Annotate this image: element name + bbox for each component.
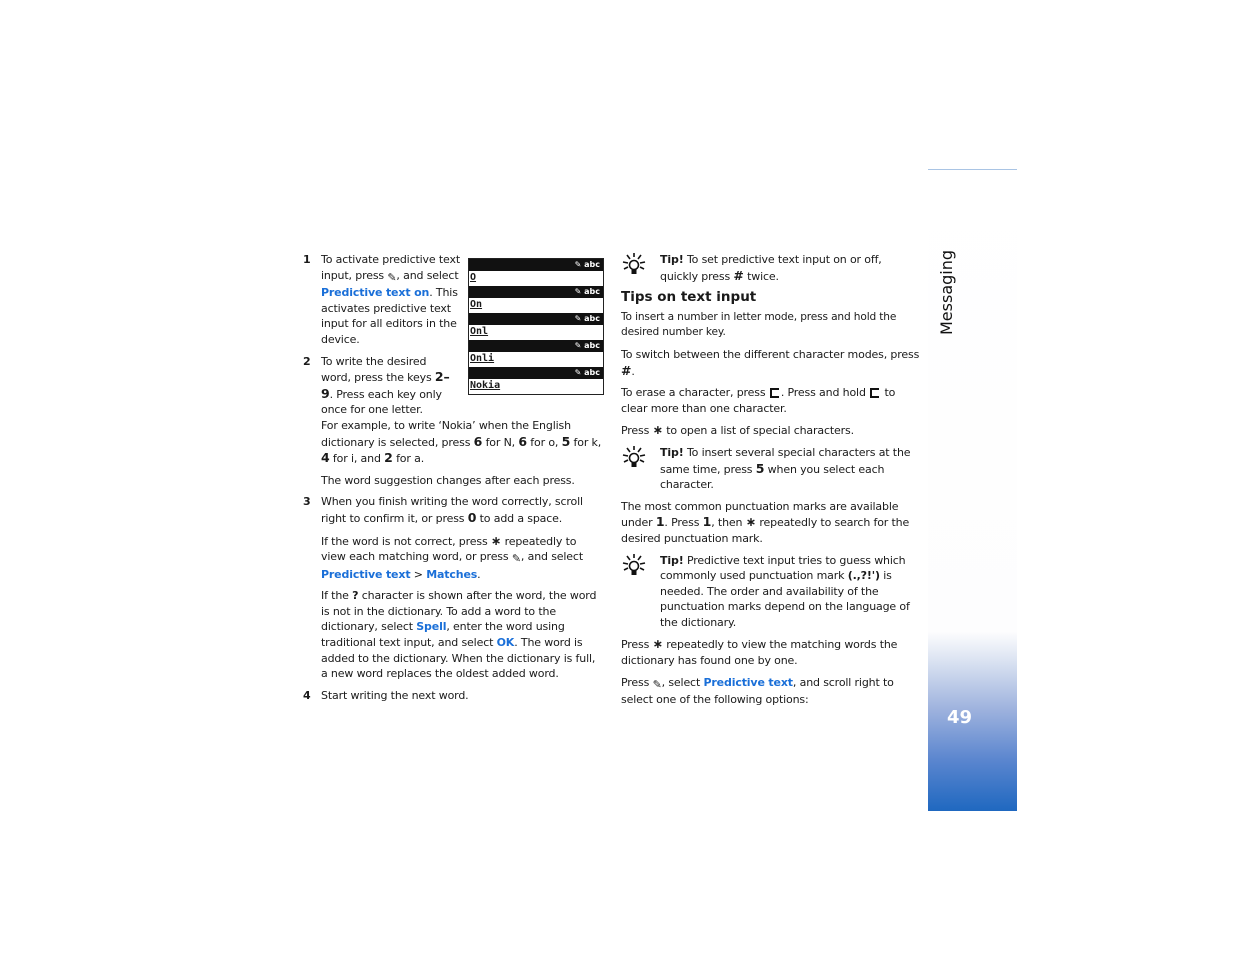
text: repeatedly to view the matching words th… <box>621 638 898 668</box>
text: Press <box>621 638 650 652</box>
paragraph: Press ✎, select Predictive text, and scr… <box>621 675 921 708</box>
left-column: 1 To activate predictive text input, pre… <box>303 252 603 709</box>
text: To write the desired word, press the key… <box>321 354 432 385</box>
text: If the <box>321 589 349 603</box>
punctuation-marks: (.,?!') <box>847 569 880 583</box>
tip-3: Tip! Predictive text input tries to gues… <box>621 553 921 631</box>
text: To erase a character, press <box>621 386 766 400</box>
step-number: 3 <box>303 495 311 509</box>
key-label: 1 <box>702 514 712 530</box>
text: for N, <box>485 435 516 449</box>
star-key-icon: ∗ <box>652 636 663 652</box>
text: to add a space. <box>479 511 563 525</box>
menu-option-link: Spell <box>416 620 447 634</box>
text: twice. <box>747 269 779 283</box>
tip-1: Tip! To set predictive text input on or … <box>621 252 921 284</box>
paragraph: Press ∗ repeatedly to view the matching … <box>621 636 921 668</box>
paragraph: Press ∗ to open a list of special charac… <box>621 422 921 439</box>
text: . Press and hold <box>780 386 866 400</box>
key-label: 6 <box>473 433 483 449</box>
text: . Press <box>664 516 700 530</box>
text: for a. <box>396 452 425 466</box>
text: . Press each key only once for one lette… <box>321 387 442 417</box>
right-column: Tip! To set predictive text input on or … <box>621 252 921 714</box>
text: to open a list of special characters. <box>666 424 854 438</box>
text: , then <box>711 516 743 530</box>
menu-option-link: Matches <box>426 567 478 581</box>
tip-label: Tip! <box>660 253 684 266</box>
hash-key-icon: # <box>733 267 744 283</box>
text: , and select <box>396 268 459 282</box>
paragraph: To insert a number in letter mode, press… <box>621 310 897 339</box>
step-1: 1 To activate predictive text input, pre… <box>303 252 603 348</box>
paragraph: To switch between the different characte… <box>621 347 921 379</box>
step-2: 2 To write the desired word, press the k… <box>303 354 603 489</box>
key-label: 5 <box>755 460 765 476</box>
text: for o, <box>530 435 559 449</box>
clear-key-icon <box>769 388 779 399</box>
edit-pen-key-icon: ✎ <box>652 677 662 691</box>
step-number: 4 <box>303 688 311 702</box>
text: Press <box>621 675 650 689</box>
key-label: 2 <box>384 450 393 466</box>
star-key-icon: ∗ <box>652 422 663 438</box>
text: If the word is not correct, press <box>321 534 488 548</box>
text: Press <box>621 424 650 438</box>
tip-label: Tip! <box>660 445 684 459</box>
menu-option-link: OK <box>496 636 515 650</box>
text: , select <box>661 675 701 689</box>
key-label: ? <box>352 589 359 603</box>
tip-label: Tip! <box>660 553 684 567</box>
hash-key-icon: # <box>621 362 632 378</box>
key-label: 4 <box>321 450 330 466</box>
text: . <box>631 364 635 378</box>
key-label: 5 <box>561 433 571 449</box>
text: for k, <box>573 435 602 449</box>
step-3: 3 When you finish writing the word corre… <box>303 494 603 682</box>
menu-option-link: Predictive text on <box>321 286 430 300</box>
text: , and select <box>520 550 583 564</box>
note-text: The word suggestion changes after each p… <box>321 473 575 487</box>
lightbulb-tip-icon <box>622 253 646 274</box>
section-heading: Tips on text input <box>621 289 757 306</box>
paragraph: The most common punctuation marks are av… <box>621 499 921 547</box>
menu-option-link: Predictive text <box>703 675 793 689</box>
star-key-icon: ∗ <box>745 514 757 530</box>
edit-pen-key-icon: ✎ <box>511 552 521 566</box>
clear-key-icon <box>870 388 880 399</box>
text: Start writing the next word. <box>321 688 469 702</box>
lightbulb-tip-icon <box>622 553 646 575</box>
lightbulb-tip-icon <box>622 445 646 467</box>
section-title: Messaging <box>937 249 956 335</box>
step-4: 4 Start writing the next word. <box>303 688 603 704</box>
star-key-icon: ∗ <box>490 532 502 548</box>
menu-option-link: Predictive text <box>321 567 411 581</box>
step-number: 1 <box>303 253 311 266</box>
step-number: 2 <box>303 354 311 368</box>
page-number: 49 <box>947 707 973 728</box>
key-label: 6 <box>518 433 527 449</box>
text: To switch between the different characte… <box>621 347 920 361</box>
text: . <box>477 567 481 581</box>
key-label: 0 <box>467 509 477 525</box>
paragraph: To erase a character, press . Press and … <box>621 385 921 416</box>
separator: > <box>413 567 423 581</box>
text: for i, and <box>332 452 381 466</box>
tip-2: Tip! To insert several special character… <box>621 445 921 493</box>
